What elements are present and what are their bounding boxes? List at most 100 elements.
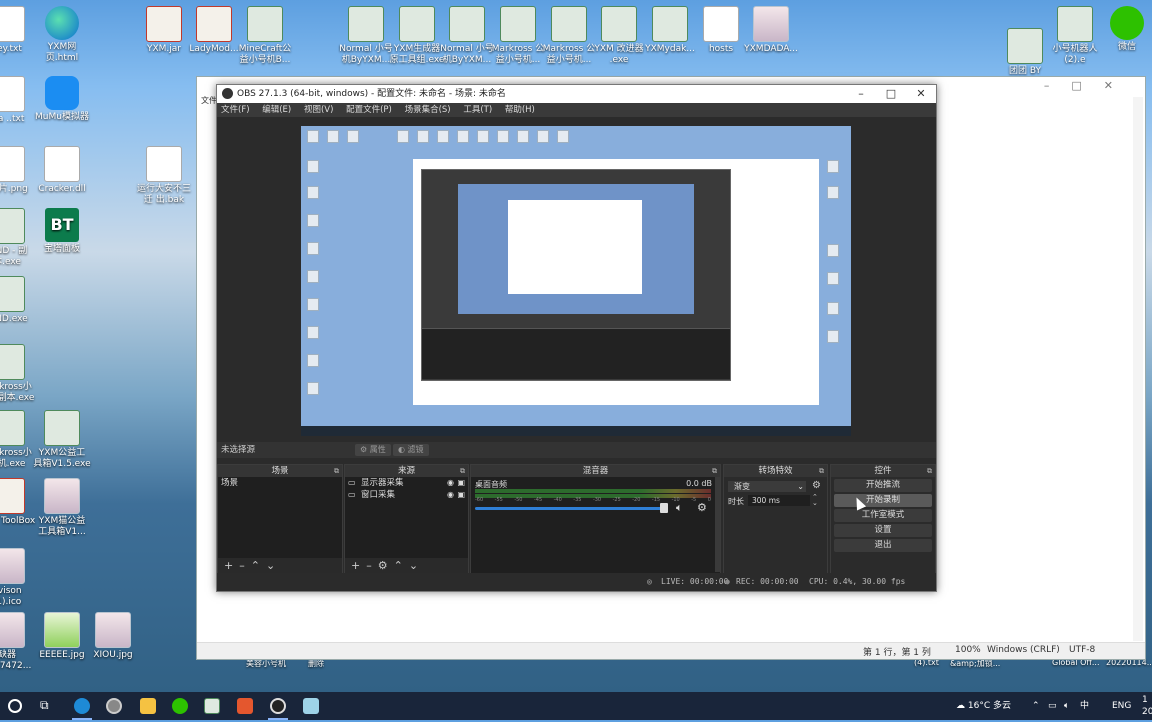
menu-view[interactable]: 视图(V) <box>304 105 333 115</box>
remove-source-button[interactable]: – <box>366 559 372 572</box>
studio-mode-button[interactable]: 工作室模式 <box>834 509 932 522</box>
ime-icon[interactable]: 中 <box>1080 692 1089 720</box>
undock-icon[interactable]: ⧉ <box>927 465 932 477</box>
speaker-icon[interactable]: 🔈︎ <box>676 501 683 515</box>
desktop-icon-anime-img[interactable]: 缺器 2087472... <box>0 612 36 672</box>
undock-icon[interactable]: ⧉ <box>334 465 339 477</box>
desktop-icon-avison[interactable]: avison (1).ico <box>0 548 36 608</box>
desktop-icon-markross[interactable]: Markross小 号机.exe <box>0 410 36 470</box>
desktop-icon-wa-txt[interactable]: Wa ..txt <box>0 76 36 125</box>
desktop-icon-markross-1[interactable]: Markross 公 益小号机... <box>489 6 547 66</box>
chevron-up-icon[interactable]: ⌃ <box>1032 692 1040 720</box>
undock-icon[interactable]: ⧉ <box>712 465 717 477</box>
filters-button[interactable]: ◐ 滤镜 <box>393 444 429 456</box>
exit-button[interactable]: 退出 <box>834 539 932 552</box>
desktop-icon-wnd[interactable]: WND.exe <box>0 276 36 325</box>
start-recording-button[interactable]: 开始录制 <box>834 494 932 507</box>
wechat-taskbar-icon[interactable] <box>172 698 188 714</box>
obs-window[interactable]: OBS 27.1.3 (64-bit, windows) - 配置文件: 未命名… <box>216 84 937 592</box>
search-icon[interactable] <box>8 699 22 713</box>
clock[interactable]: 1 202 <box>1142 694 1152 722</box>
remove-scene-button[interactable]: – <box>239 559 245 572</box>
obs-preview[interactable] <box>301 126 851 436</box>
transition-settings-gear-icon[interactable]: ⚙ <box>812 480 821 491</box>
desktop-icon-bt[interactable]: BT 宝塔面板 <box>33 208 91 255</box>
notepad-taskbar-icon[interactable] <box>303 698 319 714</box>
file-explorer-icon[interactable] <box>140 698 156 714</box>
source-item[interactable]: ▭ 显示器采集 ◉ ▣ <box>345 477 468 489</box>
menu-edit[interactable]: 编辑(E) <box>262 105 291 115</box>
settings-button[interactable]: 设置 <box>834 524 932 537</box>
desktop-icon-ladymod[interactable]: LadyMod... <box>185 6 243 55</box>
menu-tools[interactable]: 工具(T) <box>463 105 492 115</box>
desktop-icon-yxmydak[interactable]: YXMydak... <box>641 6 699 55</box>
desktop-icon-minecraft[interactable]: MineCraft公益小号机B... <box>236 6 294 66</box>
desktop-icon-yxmdada[interactable]: YXMDADA... <box>742 6 800 55</box>
desktop-icon-yxm-improver[interactable]: YXM 改进器 .exe <box>590 6 648 66</box>
weather-widget[interactable]: ☁ 16°C 多云 <box>956 692 1011 720</box>
desktop-icon-picture[interactable]: (图片.png <box>0 146 36 195</box>
desktop-icon-normal-2[interactable]: Normal 小号 机ByYXM... <box>438 6 496 66</box>
undock-icon[interactable]: ⧉ <box>460 465 465 477</box>
desktop-icon-bak[interactable]: 运行大安不三迁 出.bak <box>135 146 193 206</box>
source-item[interactable]: ▭ 窗口采集 ◉ ▣ <box>345 489 468 501</box>
desktop-icon-wnd-copy[interactable]: WND - 副 本.exe <box>0 208 36 268</box>
desktop-icon-yxm-toolbox-exe[interactable]: YXM公益工 具箱V1.5.exe <box>33 410 91 470</box>
mixer-settings-gear-icon[interactable]: ⚙ <box>697 501 707 514</box>
transition-select[interactable]: 渐变 ⌄ <box>728 481 806 492</box>
duration-stepper[interactable]: ⌃ ⌄ <box>812 494 818 507</box>
move-up-button[interactable]: ⌃ <box>394 559 403 572</box>
obs-titlebar[interactable]: OBS 27.1.3 (64-bit, windows) - 配置文件: 未命名… <box>217 85 936 103</box>
desktop-icon-yxm-cat[interactable]: YXM猫公益 工具箱V1... <box>33 478 91 538</box>
volume-slider-handle[interactable] <box>660 503 668 513</box>
notepad-scrollbar[interactable] <box>1133 97 1143 641</box>
source-settings-gear-icon[interactable]: ⚙ <box>378 559 388 572</box>
add-scene-button[interactable]: + <box>224 559 233 572</box>
desktop-icon-wechat[interactable]: 微信 <box>1098 6 1152 53</box>
chrome-taskbar-icon[interactable] <box>106 698 122 714</box>
app-taskbar-icon[interactable] <box>237 698 253 714</box>
desktop-icon-xiou[interactable]: XIOU.jpg <box>84 612 142 661</box>
menu-profile[interactable]: 配置文件(P) <box>346 105 392 115</box>
visibility-eye-icon[interactable]: ◉ <box>447 477 454 489</box>
desktop-icon-markross-copy[interactable]: Markross小 机 - 副本.exe <box>0 344 36 404</box>
desktop-icon-mumu[interactable]: MuMu模拟器 <box>33 76 91 123</box>
properties-button[interactable]: ⚙ 属性 <box>355 444 391 456</box>
desktop-icon-normal-1[interactable]: Normal 小号机ByYXM... <box>337 6 395 66</box>
add-source-button[interactable]: + <box>351 559 360 572</box>
edge-taskbar-icon[interactable] <box>74 698 90 714</box>
desktop-icon-robot[interactable]: 小号机器人 (2).e <box>1046 6 1104 66</box>
desktop-icon-yxm-html[interactable]: YXM网页.html <box>33 6 91 64</box>
network-icon[interactable]: ▭ <box>1048 692 1057 720</box>
cpu-fps: CPU: 0.4%, 30.00 fps <box>809 577 906 586</box>
volume-icon[interactable]: 🔈︎ <box>1064 692 1069 720</box>
lock-icon[interactable]: ▣ <box>457 489 465 501</box>
lock-icon[interactable]: ▣ <box>457 477 465 489</box>
menu-scene-collection[interactable]: 场景集合(S) <box>405 105 451 115</box>
menu-file[interactable]: 文件(F) <box>221 105 250 115</box>
obs-taskbar-icon[interactable] <box>270 698 286 714</box>
notepad-window-controls[interactable]: –□✕ <box>1044 79 1135 92</box>
move-up-button[interactable]: ⌃ <box>251 559 260 572</box>
desktop-icon-eeeee[interactable]: EEEEE.jpg <box>33 612 91 661</box>
desktop-icon-yxm-toolbox[interactable]: YXM ToolBox <box>0 478 36 527</box>
visibility-eye-icon[interactable]: ◉ <box>447 489 454 501</box>
menu-help[interactable]: 帮助(H) <box>505 105 535 115</box>
close-button[interactable]: ✕ <box>906 85 936 103</box>
move-down-button[interactable]: ⌄ <box>266 559 275 572</box>
app-taskbar-icon[interactable] <box>204 698 220 714</box>
mixer-scrollbar[interactable] <box>715 477 720 572</box>
volume-slider[interactable] <box>475 507 667 510</box>
minimize-button[interactable]: – <box>846 85 876 103</box>
task-view-icon[interactable]: ⧉ <box>40 698 49 713</box>
undock-icon[interactable]: ⧉ <box>819 465 824 477</box>
move-down-button[interactable]: ⌄ <box>409 559 418 572</box>
desktop-icon-cracker[interactable]: Cracker.dll <box>33 146 91 195</box>
duration-input[interactable]: 300 ms <box>748 495 810 506</box>
desktop-icon-key-txt[interactable]: key.txt <box>0 6 36 55</box>
start-streaming-button[interactable]: 开始推流 <box>834 479 932 492</box>
maximize-button[interactable]: □ <box>876 85 906 103</box>
notepad-menu-file[interactable]: 文件 <box>201 95 217 106</box>
language-indicator[interactable]: ENG <box>1112 692 1131 720</box>
scene-item[interactable]: 场景 <box>218 477 342 489</box>
